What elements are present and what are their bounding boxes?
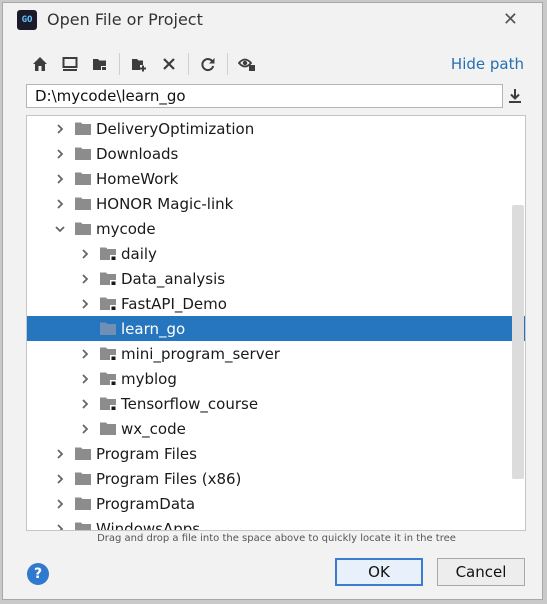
cancel-button[interactable]: Cancel — [437, 558, 525, 586]
tree-row[interactable]: HONOR Magic-link — [27, 191, 525, 216]
refresh-icon[interactable] — [195, 51, 221, 77]
project-folder-icon — [99, 296, 118, 311]
tree-row-label: mini_program_server — [121, 344, 280, 363]
chevron-right-icon[interactable] — [78, 348, 92, 360]
chevron-right-icon[interactable] — [53, 148, 67, 160]
tree-row[interactable]: myblog — [27, 366, 525, 391]
chevron-right-icon[interactable] — [53, 473, 67, 485]
chevron-right-icon[interactable] — [53, 448, 67, 460]
tree-row[interactable]: Program Files (x86) — [27, 466, 525, 491]
project-folder-icon — [99, 346, 118, 361]
folder-icon — [74, 521, 93, 530]
folder-icon — [74, 471, 93, 486]
tree-row-label: ProgramData — [96, 494, 196, 513]
file-tree[interactable]: DeliveryOptimization Downloads HomeWork HON… — [26, 115, 526, 531]
tree-row[interactable]: Tensorflow_course — [27, 391, 525, 416]
chevron-right-icon[interactable] — [78, 398, 92, 410]
title-bar: GO Open File or Project ✕ — [3, 3, 542, 39]
tree-row-label: Tensorflow_course — [121, 394, 259, 413]
toolbar-separator — [119, 53, 120, 75]
folder-icon — [74, 496, 93, 511]
folder-icon — [99, 321, 118, 336]
tree-row-label: myblog — [121, 369, 177, 388]
home-icon[interactable] — [27, 51, 53, 77]
tree-row[interactable]: WindowsApps — [27, 516, 525, 531]
tree-row-label: wx_code — [121, 419, 186, 438]
tree-row-label: WindowsApps — [96, 519, 201, 531]
tree-row-label: HONOR Magic-link — [96, 194, 234, 213]
tree-row[interactable]: Data_analysis — [27, 266, 525, 291]
project-folder-icon — [99, 246, 118, 261]
hide-path-link[interactable]: Hide path — [451, 55, 524, 73]
dialog-title: Open File or Project — [47, 10, 203, 29]
new-folder-icon[interactable] — [126, 51, 152, 77]
tree-row[interactable]: ProgramData — [27, 491, 525, 516]
toolbar-separator — [188, 53, 189, 75]
folder-icon — [74, 146, 93, 161]
chevron-right-icon[interactable] — [53, 523, 67, 530]
tree-row-label: HomeWork — [96, 169, 179, 188]
tree-row-label: Program Files (x86) — [96, 469, 242, 488]
tree-row-label: FastAPI_Demo — [121, 294, 227, 313]
delete-icon[interactable] — [156, 51, 182, 77]
tree-row[interactable]: FastAPI_Demo — [27, 291, 525, 316]
project-folder-icon[interactable] — [87, 51, 113, 77]
tree-row-label: daily — [121, 244, 157, 263]
tree-row[interactable]: Downloads — [27, 141, 525, 166]
tree-row-label: mycode — [96, 219, 156, 238]
folder-icon — [99, 421, 118, 436]
project-folder-icon — [99, 271, 118, 286]
folder-icon — [74, 446, 93, 461]
tree-row[interactable]: mini_program_server — [27, 341, 525, 366]
goland-app-icon: GO — [17, 10, 37, 30]
ok-button[interactable]: OK — [335, 558, 423, 586]
chevron-right-icon[interactable] — [78, 273, 92, 285]
project-folder-icon — [99, 371, 118, 386]
open-file-dialog: GO Open File or Project ✕ Hide path D:\m… — [2, 2, 543, 600]
tree-row-label: learn_go — [121, 319, 186, 338]
tree-row[interactable]: learn_go — [27, 316, 525, 341]
tree-row[interactable]: wx_code — [27, 416, 525, 441]
close-icon[interactable]: ✕ — [503, 9, 518, 30]
download-icon[interactable] — [506, 87, 526, 107]
folder-icon — [74, 171, 93, 186]
toolbar-separator — [227, 53, 228, 75]
tree-row-label: DeliveryOptimization — [96, 119, 255, 138]
chevron-right-icon[interactable] — [78, 373, 92, 385]
tree-row[interactable]: Program Files — [27, 441, 525, 466]
chevron-right-icon[interactable] — [53, 173, 67, 185]
folder-icon — [74, 121, 93, 136]
folder-icon — [74, 221, 93, 236]
folder-icon — [74, 196, 93, 211]
chevron-right-icon[interactable] — [53, 198, 67, 210]
tree-row-label: Program Files — [96, 444, 197, 463]
chevron-right-icon[interactable] — [78, 423, 92, 435]
chevron-down-icon[interactable] — [53, 223, 67, 235]
help-icon[interactable]: ? — [27, 563, 49, 585]
tree-row[interactable]: mycode — [27, 216, 525, 241]
tree-row[interactable]: DeliveryOptimization — [27, 116, 525, 141]
project-folder-icon — [99, 396, 118, 411]
tree-scrollbar[interactable] — [512, 205, 524, 479]
path-input[interactable]: D:\mycode\learn_go — [26, 84, 503, 108]
tree-row[interactable]: HomeWork — [27, 166, 525, 191]
tree-row-label: Downloads — [96, 144, 179, 163]
desktop-icon[interactable] — [57, 51, 83, 77]
chevron-right-icon[interactable] — [78, 248, 92, 260]
toolbar — [27, 51, 264, 77]
show-hidden-icon[interactable] — [234, 51, 260, 77]
chevron-right-icon[interactable] — [53, 498, 67, 510]
chevron-right-icon[interactable] — [78, 298, 92, 310]
tree-row[interactable]: daily — [27, 241, 525, 266]
tree-row-label: Data_analysis — [121, 269, 226, 288]
chevron-right-icon[interactable] — [53, 123, 67, 135]
drag-drop-hint: Drag and drop a file into the space abov… — [97, 533, 456, 544]
